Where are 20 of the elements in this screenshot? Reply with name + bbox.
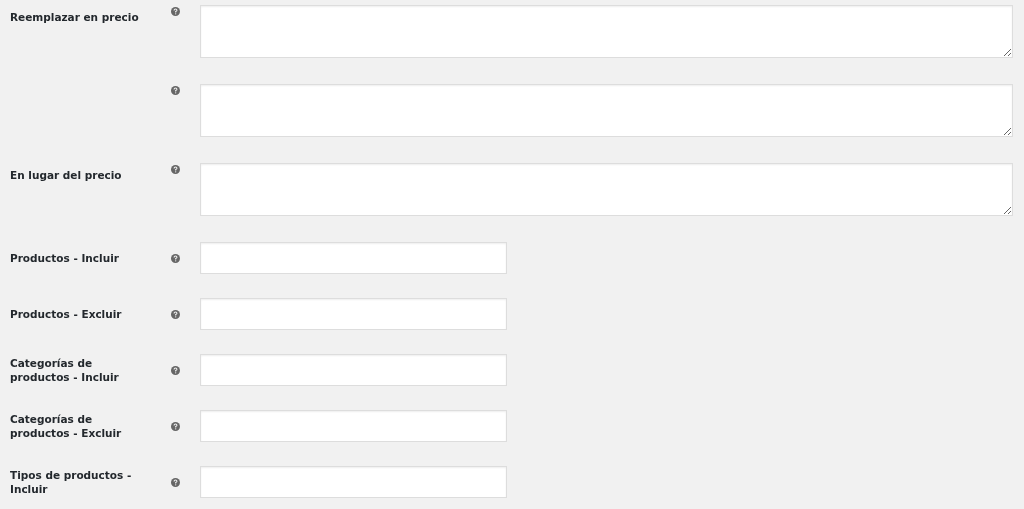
help-icon[interactable] [171,421,180,431]
field-label: Productos - Incluir [10,251,120,265]
input-field[interactable] [200,242,507,274]
input-field[interactable] [200,410,507,442]
help-icon[interactable] [171,365,180,375]
help-icon[interactable] [171,477,180,487]
help-icon[interactable] [171,253,180,263]
field-label: Categorías de productos - Excluir [10,412,123,440]
help-icon[interactable] [171,165,180,174]
help-icon[interactable] [171,7,180,16]
help-icon[interactable] [171,86,180,95]
field-label: En lugar del precio [10,168,123,182]
field-label: Categorías de productos - Incluir [10,356,120,384]
help-icon[interactable] [171,309,180,319]
field-label: Reemplazar en precio [10,10,140,24]
input-field[interactable] [200,354,507,386]
field-label: Tipos de productos - Incluir [10,468,133,496]
input-field[interactable] [200,298,507,330]
field-label: Productos - Excluir [10,307,123,321]
input-field[interactable] [200,466,507,498]
